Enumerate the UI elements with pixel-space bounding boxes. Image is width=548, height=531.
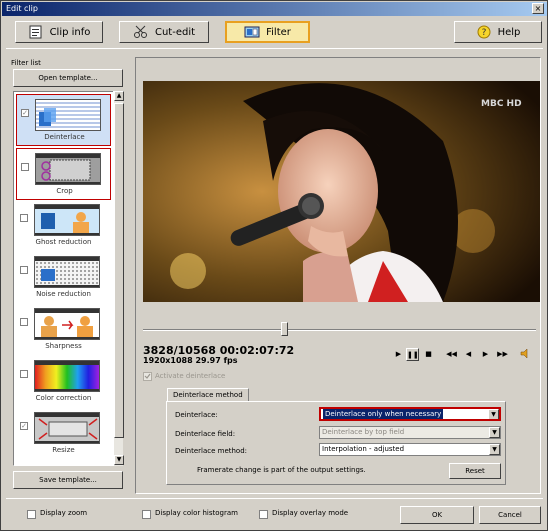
reset-button[interactable]: Reset [449,463,501,479]
deinterlace-method-label: Deinterlace method: [175,447,248,455]
resolution-display: 1920x1088 29.97 fps [143,356,238,365]
clip-info-icon [29,25,42,39]
timeline-slider-knob[interactable] [281,322,289,336]
activate-deinterlace-label: Activate deinterlace [155,372,226,380]
filter-checkbox-deinterlace[interactable]: ✓ [21,109,29,117]
resize-icon [34,412,100,444]
deinterlace-field-label: Deinterlace field: [175,430,236,438]
filter-label-deinterlace: Deinterlace [44,133,85,141]
speaker-icon[interactable] [519,348,532,361]
display-overlay-mode-checkbox[interactable] [259,510,268,519]
next-frame-icon[interactable]: ▶▶ [496,348,509,361]
filter-item-noise-reduction[interactable]: Noise reduction [16,252,111,304]
framerate-note: Framerate change is part of the output s… [197,466,366,474]
video-preview: MBC HD [143,81,540,302]
tab-deinterlace-method[interactable]: Deinterlace method [167,388,249,402]
filter-list-label: Filter list [11,59,41,67]
noise-reduction-icon [34,256,100,288]
deinterlace-field-value: Deinterlace by top field [322,428,405,436]
deinterlace-icon [35,99,101,131]
filter-icon [244,26,260,38]
crop-icon [35,153,101,185]
filter-checkbox-ghost-reduction[interactable] [20,214,28,222]
filter-item-sharpness[interactable]: Sharpness [16,304,111,356]
scrollbar-thumb[interactable] [114,103,124,438]
scroll-down-arrow-icon[interactable]: ▼ [114,455,124,465]
deinterlace-select[interactable]: Deinterlace only when necessary ▼ [319,407,501,421]
scroll-up-arrow-icon[interactable]: ▲ [114,91,124,101]
title-bar: Edit clip × [2,2,547,16]
filter-item-ghost-reduction[interactable]: Ghost reduction [16,200,111,252]
help-label: Help [497,26,521,38]
display-color-histogram-label: Display color histogram [155,509,238,517]
filter-checkbox-noise-reduction[interactable] [20,266,28,274]
filter-label-ghost-reduction: Ghost reduction [35,238,92,246]
chevron-down-icon[interactable]: ▼ [488,409,499,419]
filter-checkbox-crop[interactable] [21,163,29,171]
stop-icon[interactable]: ■ [422,348,435,361]
deinterlace-method-select[interactable]: Interpolation - adjusted ▼ [319,443,501,456]
rewind-icon[interactable]: ◀ [462,348,475,361]
deinterlace-field-select[interactable]: Deinterlace by top field ▼ [319,426,501,439]
deinterlace-label: Deinterlace: [175,411,218,419]
edit-clip-window: Edit clip × Clip info Cut-edit Filter ? … [0,0,548,531]
scissors-icon [133,25,147,38]
display-zoom-label: Display zoom [40,509,88,517]
cut-edit-label: Cut-edit [154,26,196,38]
filter-checkbox-sharpness[interactable] [20,318,28,326]
color-correction-icon [34,360,100,392]
deinterlace-method-value: Interpolation - adjusted [322,445,405,453]
ok-button[interactable]: OK [400,506,474,524]
filter-item-deinterlace[interactable]: ✓ Deinterlace [16,94,111,146]
help-button[interactable]: ? Help [454,21,542,43]
play-icon[interactable]: ▶ [392,348,405,361]
cancel-button[interactable]: Cancel [479,506,541,524]
chevron-down-icon[interactable]: ▼ [489,427,500,438]
filter-checkbox-resize[interactable]: ✓ [20,422,28,430]
filter-label: Filter [266,26,291,38]
forward-icon[interactable]: ▶ [479,348,492,361]
filter-label-noise-reduction: Noise reduction [36,290,91,298]
save-template-button[interactable]: Save template... [13,471,123,489]
window-title: Edit clip [6,4,38,13]
display-color-histogram-checkbox[interactable] [142,510,151,519]
previous-frame-icon[interactable]: ◀◀ [445,348,458,361]
ghost-reduction-icon [34,204,100,236]
filter-item-color-correction[interactable]: Color correction [16,356,111,408]
channel-watermark: MBC HD [481,99,522,109]
filter-label-color-correction: Color correction [35,394,92,402]
activate-deinterlace-checkbox[interactable] [143,372,152,381]
filter-label-resize: Resize [52,446,75,454]
help-icon: ? [477,25,491,39]
svg-text:?: ? [481,28,486,38]
footer-separator [6,498,543,499]
deinterlace-select-value: Deinterlace only when necessary [323,409,444,419]
filter-checkbox-color-correction[interactable] [20,370,28,378]
display-overlay-mode-label: Display overlay mode [272,509,349,517]
filter-list-scrollbar[interactable]: ▲ ▼ [113,91,124,466]
filter-list: ✓ Deinterlace Crop Ghost reduction Noise… [13,91,123,466]
display-zoom-checkbox[interactable] [27,510,36,519]
cut-edit-button[interactable]: Cut-edit [119,21,209,43]
pause-icon[interactable]: ❚❚ [406,348,419,361]
sharpness-icon [34,308,100,340]
clip-info-button[interactable]: Clip info [15,21,103,43]
filter-item-resize[interactable]: ✓ Resize [16,408,111,460]
chevron-down-icon[interactable]: ▼ [489,444,500,455]
close-button[interactable]: × [532,3,544,14]
filter-button[interactable]: Filter [225,21,310,43]
filter-label-crop: Crop [56,187,73,195]
filter-label-sharpness: Sharpness [45,342,82,350]
open-template-button[interactable]: Open template... [13,69,123,87]
toolbar-separator [6,48,543,49]
clip-info-label: Clip info [49,26,91,38]
filter-item-crop[interactable]: Crop [16,148,111,200]
timeline-slider[interactable] [143,329,536,331]
